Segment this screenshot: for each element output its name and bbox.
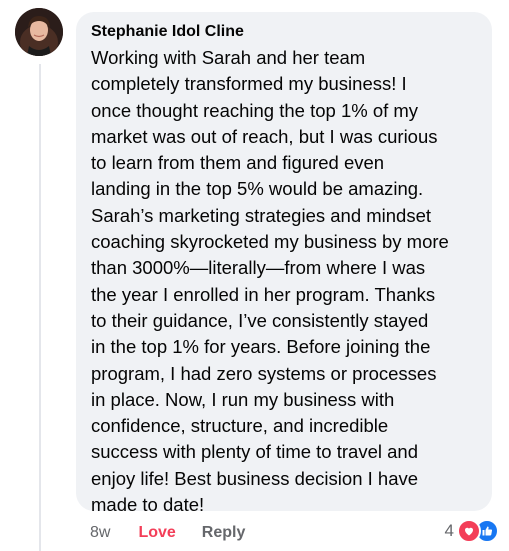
reaction-summary[interactable]: 4: [445, 519, 499, 543]
comment-line: market was out of reach, but I was curio…: [91, 125, 438, 147]
comment-line: enjoy life! Best business decision I hav…: [91, 467, 419, 489]
comment-timestamp[interactable]: 8w: [90, 524, 110, 542]
comment-line: made to date!: [91, 494, 205, 516]
comment-line: the year I enrolled in her program. Than…: [91, 283, 436, 305]
comment-line: in the top 1% for years. Before joining …: [91, 336, 431, 358]
comment-text: Working with Sarah and her team completel…: [91, 45, 478, 518]
avatar[interactable]: [15, 8, 63, 56]
comment-line: confidence, structure, and incredible: [91, 415, 389, 437]
comment-line: success with plenty of time to travel an…: [91, 441, 418, 463]
thread-line: [39, 64, 41, 551]
comment-line: in place. Now, I run my business with: [91, 388, 395, 410]
comment-line: than 3000%—literally—from where I was: [91, 257, 426, 279]
profile-photo: [15, 8, 63, 56]
love-reaction-icon: [457, 519, 481, 543]
comment-line: Working with Sarah and her team: [91, 47, 366, 68]
reaction-count: 4: [444, 521, 454, 540]
comment-line: completely transformed my business! I: [91, 73, 407, 95]
comment-actions: 8w Love Reply: [90, 522, 245, 544]
comment-author[interactable]: Stephanie Idol Cline: [91, 21, 478, 43]
comment-line: program, I had zero systems or processes: [91, 362, 437, 384]
comment-line: once thought reaching the top 1% of my: [91, 99, 419, 121]
reply-button[interactable]: Reply: [202, 524, 246, 542]
comment-line: coaching skyrocketed my business by more: [91, 231, 449, 253]
love-button[interactable]: Love: [138, 524, 175, 542]
comment-bubble: Stephanie Idol Cline Working with Sarah …: [76, 12, 492, 515]
comment-line: to their guidance, I’ve consistently sta…: [91, 309, 429, 331]
comment-line: landing in the top 5% would be amazing.: [91, 178, 424, 200]
comment-line: Sarah’s marketing strategies and mindset: [91, 204, 432, 226]
comment-line: to learn from them and figured even: [91, 152, 385, 174]
